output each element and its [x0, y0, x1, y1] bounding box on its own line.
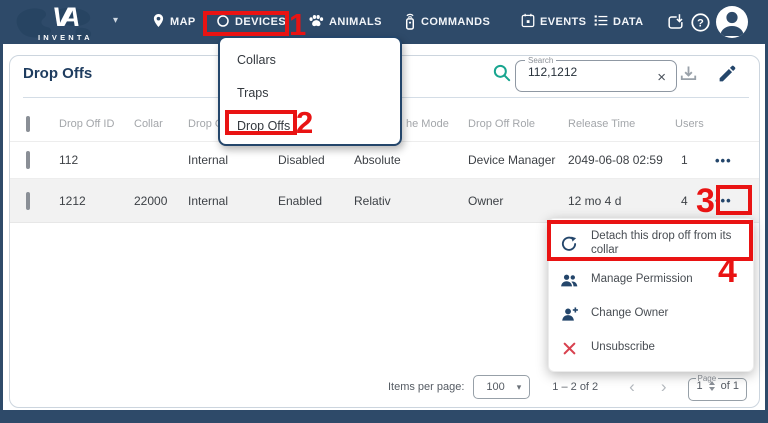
download-icon[interactable]	[679, 65, 698, 88]
search-field-label: Search	[525, 56, 556, 65]
row-more-options-icon[interactable]: •••	[715, 153, 759, 168]
row-more-options-icon[interactable]: •••	[715, 193, 759, 208]
remote-icon	[404, 12, 416, 33]
cell-release-time: 2049-06-08 02:59	[568, 153, 675, 167]
menu-item-collars[interactable]: Collars	[220, 43, 400, 76]
pagination-range: 1 – 2 of 2	[552, 381, 598, 393]
cell-drop-off-id: 112	[59, 153, 134, 167]
nav-label: MAP	[170, 16, 196, 28]
collar-ring-icon	[216, 14, 230, 31]
table-row[interactable]: 112 Internal Disabled Absolute Device Ma…	[10, 142, 759, 179]
brand-logo[interactable]: VA INVENTA ▾	[12, 2, 127, 44]
cell-mode: Relativ	[354, 194, 468, 208]
nav-item-commands[interactable]: COMMANDS	[404, 0, 490, 44]
column-header-users[interactable]: Users	[675, 118, 715, 130]
chevron-down-icon: ▾	[517, 382, 522, 393]
nav-item-map[interactable]: MAP	[152, 0, 196, 44]
page-number-field: Page 1 of 1	[688, 374, 747, 401]
page-spinner[interactable]	[709, 381, 715, 391]
menu-item-drop-offs[interactable]: Drop Offs	[220, 109, 400, 142]
select-all-checkbox[interactable]	[26, 116, 30, 132]
cell-mode: Absolute	[354, 153, 468, 167]
nav-label: ANIMALS	[329, 16, 382, 28]
list-icon	[594, 14, 608, 30]
menu-item-label: Unsubscribe	[591, 341, 749, 355]
people-icon	[559, 273, 579, 288]
nav-item-events[interactable]: EVENTS	[521, 0, 586, 44]
cell-type: Internal	[188, 153, 278, 167]
chevron-down-icon[interactable]: ▾	[113, 15, 118, 26]
detach-icon	[559, 235, 579, 253]
cell-collar: 22000	[134, 194, 188, 208]
cell-users: 4	[675, 194, 715, 208]
cell-release-time: 12 mo 4 d	[568, 194, 675, 208]
search-field: Search ×	[515, 56, 677, 92]
nav-label: DATA	[613, 16, 644, 28]
svg-text:?: ?	[697, 17, 704, 29]
nav-label: EVENTS	[540, 16, 586, 28]
menu-item-label: Change Owner	[591, 307, 749, 321]
cell-type: Internal	[188, 194, 278, 208]
column-header-collar[interactable]: Collar	[134, 118, 188, 130]
map-pin-icon	[152, 13, 165, 31]
avatar-icon[interactable]	[715, 0, 749, 44]
items-per-page-value: 100	[486, 381, 504, 393]
brand-subtitle: INVENTA	[38, 33, 93, 42]
app-screen: VA INVENTA ▾ MAP DEVICES ANIMALS COMMAND…	[0, 0, 768, 423]
items-per-page-label: Items per page:	[388, 381, 464, 393]
cell-drop-off-id: 1212	[59, 194, 134, 208]
items-per-page-select[interactable]: 100 ▾	[473, 375, 530, 399]
column-header-drop-off-role[interactable]: Drop Off Role	[468, 118, 568, 130]
menu-item-traps[interactable]: Traps	[220, 76, 400, 109]
brand-title: VA	[52, 2, 74, 33]
nav-label: COMMANDS	[421, 16, 490, 28]
menu-item-label: Detach this drop off from its collar	[591, 230, 749, 258]
nav-item-data[interactable]: DATA	[594, 0, 644, 44]
menu-item-change-owner[interactable]: Change Owner	[549, 297, 753, 331]
edit-pencil-icon[interactable]	[717, 63, 738, 89]
menu-item-manage-permission[interactable]: Manage Permission	[549, 263, 753, 297]
column-header-release-time[interactable]: Release Time	[568, 118, 675, 130]
page-total: of 1	[721, 380, 739, 392]
page-title: Drop Offs	[23, 65, 92, 82]
row-context-menu: Detach this drop off from its collar Man…	[548, 218, 754, 372]
menu-item-detach[interactable]: Detach this drop off from its collar	[549, 225, 753, 263]
search-input[interactable]	[528, 65, 646, 79]
row-checkbox[interactable]	[26, 192, 30, 210]
calendar-icon	[521, 13, 535, 31]
cell-role: Device Manager	[468, 153, 568, 167]
menu-item-unsubscribe[interactable]: Unsubscribe	[549, 331, 753, 365]
paw-icon	[308, 14, 324, 31]
export-icon[interactable]	[666, 0, 685, 44]
help-icon[interactable]: ?	[690, 0, 711, 44]
cell-role: Owner	[468, 194, 568, 208]
nav-label: DEVICES	[235, 16, 286, 28]
menu-item-label: Manage Permission	[591, 273, 749, 287]
column-header-drop-off-id[interactable]: Drop Off ID	[59, 118, 134, 130]
page-number-value[interactable]: 1	[697, 380, 703, 392]
add-person-icon	[559, 306, 579, 322]
search-icon[interactable]	[492, 63, 512, 88]
next-page-icon[interactable]: ›	[648, 377, 680, 397]
row-checkbox[interactable]	[26, 151, 30, 169]
previous-page-icon[interactable]: ‹	[616, 377, 648, 397]
pagination-bar: Items per page: 100 ▾ 1 – 2 of 2 ‹ › Pag…	[388, 372, 747, 402]
cell-status: Disabled	[278, 153, 354, 167]
x-icon	[559, 341, 579, 356]
cell-status: Enabled	[278, 194, 354, 208]
devices-dropdown-menu: Collars Traps Drop Offs	[218, 36, 402, 146]
cell-users: 1	[675, 153, 715, 167]
clear-search-icon[interactable]: ×	[657, 69, 666, 86]
table-row[interactable]: 1212 22000 Internal Enabled Relativ Owne…	[10, 179, 759, 223]
